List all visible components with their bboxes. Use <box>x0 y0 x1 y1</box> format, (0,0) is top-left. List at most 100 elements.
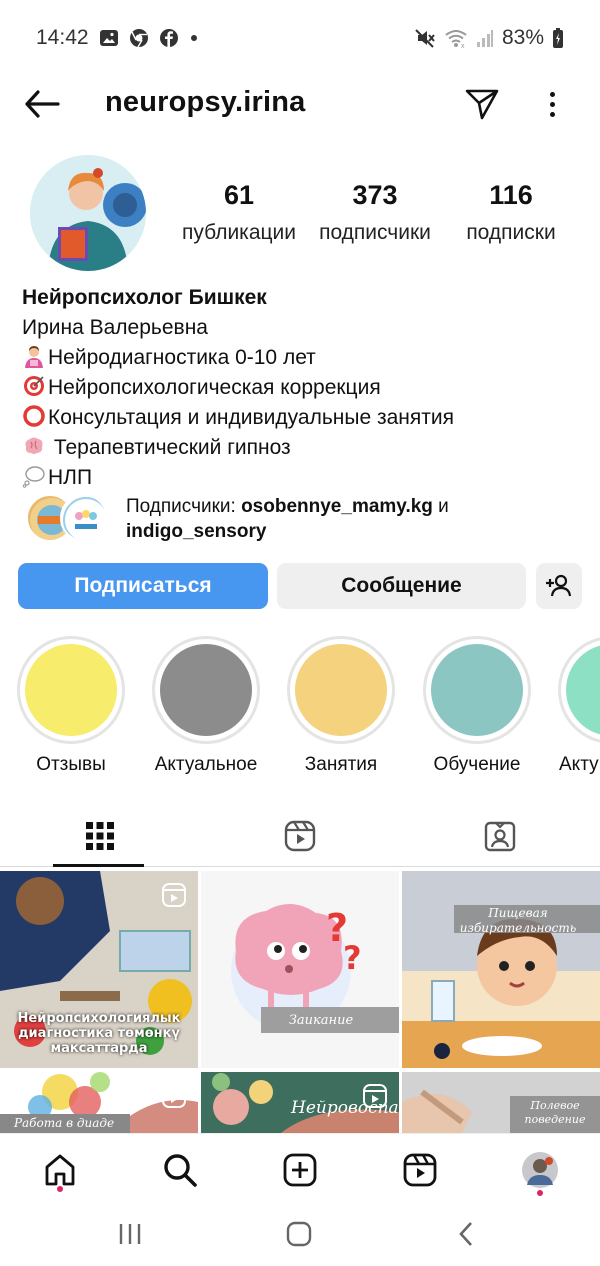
wifi-icon: x <box>444 28 468 48</box>
mutual-user-link[interactable]: indigo_sensory <box>126 521 266 542</box>
system-navigation <box>0 1203 600 1266</box>
posts-stat[interactable]: 61 публикации <box>170 180 308 245</box>
back-button[interactable] <box>22 88 62 120</box>
bio-line: Терапевтический гипноз <box>22 433 582 463</box>
svg-text:?: ? <box>343 939 362 977</box>
red-circle-emoji-icon <box>23 405 45 427</box>
suggested-users-button[interactable] <box>536 563 582 609</box>
tab-reels[interactable] <box>200 805 400 867</box>
profile-header: neuropsy.irina <box>0 76 600 132</box>
bio-line: Нейропсихологическая коррекция <box>22 373 582 403</box>
recents-icon <box>119 1224 141 1244</box>
follow-button[interactable]: Подписаться <box>18 563 268 609</box>
profile-avatar[interactable] <box>30 155 146 271</box>
tagged-user-icon <box>484 821 516 852</box>
posts-grid: Нейропсихологиялык диагностика төмөнкү м… <box>0 871 600 1133</box>
highlight-item[interactable]: Актуальное <box>151 636 261 776</box>
target-emoji-icon <box>24 376 44 396</box>
nav-home[interactable] <box>40 1150 80 1190</box>
post-caption: Пищевая избирательность <box>459 906 577 935</box>
posts-count: 61 <box>223 180 255 210</box>
mutual-avatar <box>60 494 108 542</box>
message-button[interactable]: Сообщение <box>277 563 526 609</box>
more-dot-icon <box>549 91 555 97</box>
followers-count: 373 <box>352 180 398 210</box>
search-icon <box>164 1154 197 1187</box>
post-thumbnail[interactable]: Работа в диаде <box>0 1072 198 1133</box>
nav-create[interactable] <box>280 1150 320 1190</box>
posts-label: публикации <box>182 221 296 244</box>
profile-tabs <box>0 805 600 867</box>
more-options-button[interactable] <box>540 86 564 122</box>
bio-line: Консультация и индивидуальные занятия <box>22 403 582 433</box>
share-button[interactable] <box>464 86 500 122</box>
post-thumbnail[interactable]: Пищевая избирательность <box>402 871 600 1068</box>
post-thumbnail[interactable]: Полевое поведение <box>402 1072 600 1133</box>
profile-notification-dot <box>537 1190 543 1196</box>
profile-avatar-icon <box>522 1152 558 1188</box>
post-thumbnail[interactable]: Нейровоспал <box>201 1072 399 1133</box>
facebook-icon <box>159 28 179 48</box>
following-count: 116 <box>489 180 533 210</box>
highlight-cover <box>295 644 387 736</box>
reel-badge-icon <box>162 883 186 907</box>
post-caption: Нейропсихологиялык диагностика төмөнкү м… <box>17 1011 181 1056</box>
bottom-navigation <box>0 1133 600 1203</box>
bio-line: Нейродиагностика 0-10 лет <box>22 343 582 373</box>
profile-bio: Нейропсихолог Бишкек Ирина Валерьевна Не… <box>22 283 582 493</box>
post-caption: Заикание <box>288 1013 354 1028</box>
highlight-item[interactable]: Занятия <box>286 636 396 776</box>
highlight-item[interactable]: Обучение <box>422 636 532 776</box>
bio-name: Нейропсихолог Бишкек <box>22 286 267 309</box>
profile-stats: 61 публикации 373 подписчики 116 подписк… <box>170 180 580 245</box>
battery-icon <box>552 27 564 49</box>
highlight-label: Занятия <box>304 754 378 775</box>
status-time: 14:42 <box>36 26 89 49</box>
home-system-button[interactable] <box>279 1217 319 1251</box>
dot-icon <box>189 33 199 43</box>
back-system-button[interactable] <box>446 1217 486 1251</box>
highlight-label: Отзывы <box>36 754 106 775</box>
reel-badge-icon <box>162 1084 186 1108</box>
gallery-icon <box>99 28 119 48</box>
teacher-emoji-icon <box>25 346 43 368</box>
highlight-cover <box>431 644 523 736</box>
highlight-item[interactable]: Акту <box>557 636 600 776</box>
chrome-icon <box>129 28 149 48</box>
post-image: ? ? <box>201 871 399 1068</box>
nav-reels[interactable] <box>400 1150 440 1190</box>
home-square-icon <box>286 1221 312 1247</box>
mutual-followers[interactable]: Подписчики: osobennye_mamy.kg и indigo_s… <box>26 494 546 544</box>
highlight-cover <box>566 644 600 736</box>
active-tab-indicator <box>53 864 144 867</box>
arrow-left-icon <box>25 90 60 118</box>
send-icon <box>465 89 499 120</box>
tab-tagged[interactable] <box>400 805 600 867</box>
highlight-label: Акту <box>559 754 599 775</box>
mutual-user-link[interactable]: osobennye_mamy.kg <box>241 496 433 517</box>
profile-username: neuropsy.irina <box>105 86 306 118</box>
signal-icon <box>476 28 494 48</box>
highlight-cover <box>160 644 252 736</box>
post-thumbnail[interactable]: Нейропсихологиялык диагностика төмөнкү м… <box>0 871 198 1068</box>
add-user-icon <box>546 574 572 597</box>
recent-apps-button[interactable] <box>110 1217 150 1251</box>
tab-posts-grid[interactable] <box>0 805 200 867</box>
bio-line: НЛП <box>22 463 582 493</box>
thought-bubble-emoji-icon <box>22 466 45 488</box>
reel-badge-icon <box>363 1084 387 1108</box>
home-notification-dot <box>57 1186 63 1192</box>
highlight-item[interactable]: Отзывы <box>16 636 126 776</box>
nav-profile[interactable] <box>520 1150 560 1190</box>
bio-line: Ирина Валерьевна <box>22 316 208 339</box>
following-stat[interactable]: 116 подписки <box>442 180 580 245</box>
followers-stat[interactable]: 373 подписчики <box>308 180 442 245</box>
status-bar: 14:42 x 83% <box>0 0 600 76</box>
mutual-avatars <box>26 494 112 544</box>
nav-search[interactable] <box>160 1150 200 1190</box>
more-dot-icon <box>549 111 555 117</box>
grid-icon <box>86 822 114 850</box>
story-highlights: Отзывы Актуальное Занятия Обучение Акту <box>0 636 600 786</box>
post-thumbnail[interactable]: ? ? Заикание <box>201 871 399 1068</box>
following-label: подписки <box>466 221 556 244</box>
